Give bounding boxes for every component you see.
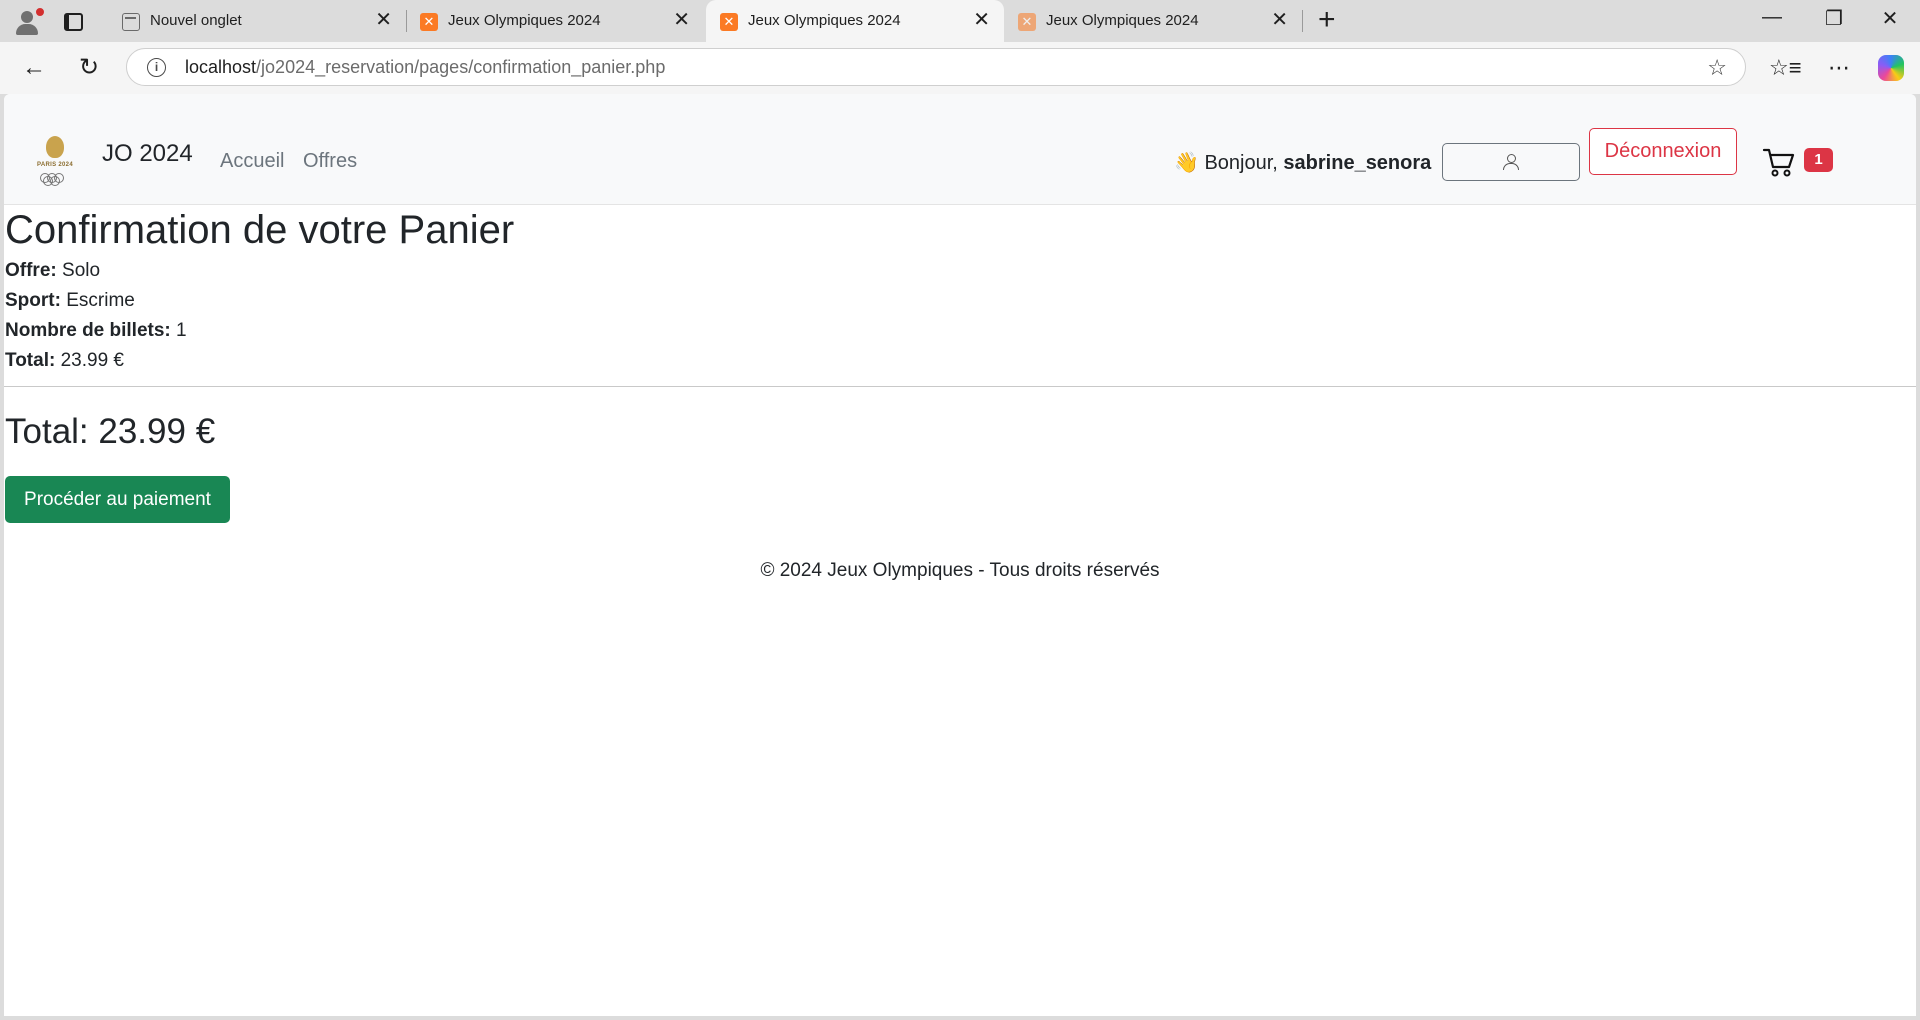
favorite-star-icon[interactable]: ☆: [1707, 55, 1727, 81]
greeting-prefix: 👋 Bonjour,: [1174, 152, 1278, 174]
tab-title: Jeux Olympiques 2024: [448, 12, 601, 29]
close-tab-icon[interactable]: ✕: [973, 9, 990, 31]
page-title: Confirmation de votre Panier: [5, 208, 515, 252]
brand-name[interactable]: JO 2024: [102, 140, 193, 168]
url-text[interactable]: localhost/jo2024_reservation/pages/confi…: [185, 57, 665, 78]
detail-offre: Offre: Solo: [5, 260, 100, 282]
detail-value: 1: [176, 320, 187, 341]
detail-sport: Sport: Escrime: [5, 290, 135, 312]
reload-icon[interactable]: ↻: [73, 52, 105, 84]
restore-icon[interactable]: ❐: [1814, 6, 1854, 31]
xampp-icon: ✕: [720, 13, 738, 31]
paris-2024-logo[interactable]: PARIS 2024: [32, 136, 78, 186]
logo-text: PARIS 2024: [37, 162, 73, 168]
tab-title: Jeux Olympiques 2024: [1046, 12, 1199, 29]
tab-new-tab[interactable]: Nouvel onglet ✕: [108, 0, 407, 42]
tab-jeux-olympiques-1[interactable]: ✕ Jeux Olympiques 2024 ✕: [406, 0, 704, 42]
tab-strip: Nouvel onglet ✕ ✕ Jeux Olympiques 2024 ✕…: [0, 0, 1920, 42]
nav-link-accueil[interactable]: Accueil: [220, 150, 284, 173]
tab-title: Nouvel onglet: [150, 12, 242, 29]
detail-nombre-billets: Nombre de billets: 1: [5, 320, 187, 342]
detail-value: Solo: [62, 260, 101, 281]
grand-total: Total: 23.99 €: [5, 412, 216, 451]
detail-label: Offre:: [5, 260, 57, 281]
detail-total: Total: 23.99 €: [5, 350, 124, 372]
close-tab-icon[interactable]: ✕: [375, 9, 392, 31]
close-tab-icon[interactable]: ✕: [673, 9, 690, 31]
logout-button[interactable]: Déconnexion: [1589, 128, 1737, 175]
minimize-icon[interactable]: —: [1752, 6, 1792, 29]
url-path: /jo2024_reservation/pages/confirmation_p…: [256, 57, 666, 77]
tab-jeux-olympiques-3[interactable]: ✕ Jeux Olympiques 2024 ✕: [1004, 0, 1303, 42]
more-options-icon[interactable]: ⋯: [1823, 52, 1855, 84]
xampp-icon: ✕: [420, 13, 438, 31]
site-navbar: PARIS 2024 JO 2024 Accueil Offres 👋 Bonj…: [4, 94, 1916, 205]
address-bar[interactable]: i localhost/jo2024_reservation/pages/con…: [126, 48, 1746, 86]
profile-avatar-icon[interactable]: [10, 6, 45, 36]
detail-value: Escrime: [66, 290, 135, 311]
divider: [4, 386, 1916, 387]
user-icon: [1502, 154, 1520, 170]
tab-jeux-olympiques-active[interactable]: ✕ Jeux Olympiques 2024 ✕: [706, 0, 1004, 42]
xampp-icon: ✕: [1018, 13, 1036, 31]
new-tab-page-icon: [122, 13, 140, 31]
url-host: localhost: [185, 57, 257, 77]
window-close-icon[interactable]: ✕: [1870, 6, 1910, 31]
detail-label: Total:: [5, 350, 56, 371]
detail-label: Sport:: [5, 290, 61, 311]
site-info-icon[interactable]: i: [147, 58, 166, 77]
tab-actions-icon[interactable]: [62, 11, 83, 31]
username: sabrine_senora: [1283, 152, 1432, 174]
cart-icon[interactable]: [1762, 146, 1796, 178]
cart-count-badge: 1: [1804, 148, 1833, 172]
browser-toolbar: ← ↻ i localhost/jo2024_reservation/pages…: [0, 42, 1920, 94]
user-greeting: 👋 Bonjour, sabrine_senora: [1174, 150, 1431, 175]
tab-title: Jeux Olympiques 2024: [748, 12, 901, 29]
copilot-icon[interactable]: [1878, 55, 1904, 81]
favorites-list-icon[interactable]: ☆≡: [1769, 52, 1802, 84]
detail-value: 23.99 €: [60, 350, 124, 371]
user-account-button[interactable]: [1442, 143, 1580, 181]
footer-copyright: © 2024 Jeux Olympiques - Tous droits rés…: [760, 560, 1160, 581]
new-tab-plus-icon[interactable]: +: [1318, 5, 1336, 35]
detail-label: Nombre de billets:: [5, 320, 171, 341]
close-tab-icon[interactable]: ✕: [1271, 9, 1288, 31]
proceed-to-payment-button[interactable]: Procéder au paiement: [5, 476, 230, 523]
back-arrow-icon[interactable]: ←: [18, 52, 50, 84]
page-viewport: PARIS 2024 JO 2024 Accueil Offres 👋 Bonj…: [4, 94, 1916, 1016]
nav-link-offres[interactable]: Offres: [303, 150, 357, 173]
